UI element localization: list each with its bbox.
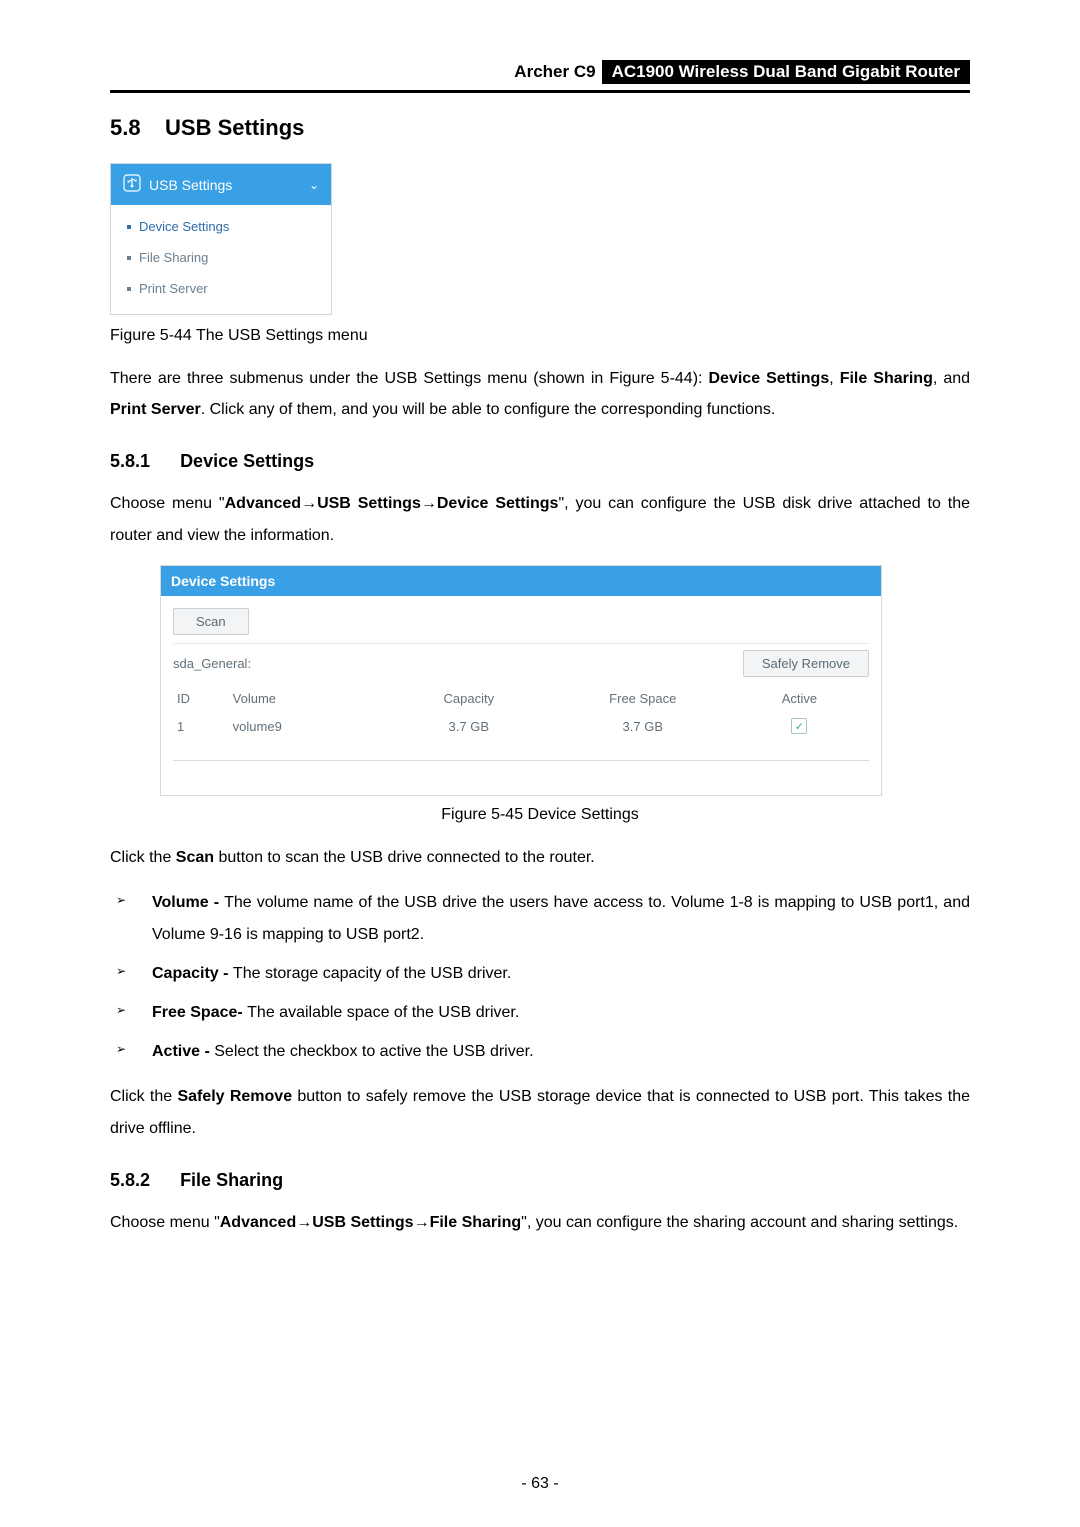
menu-item-print-server[interactable]: Print Server	[111, 273, 331, 304]
page-number: - 63 -	[0, 1475, 1080, 1493]
text: ", you can configure the sharing account…	[521, 1214, 958, 1231]
text: . Click any of them, and you will be abl…	[201, 401, 776, 418]
list-item-label: Active -	[152, 1043, 214, 1060]
usb-settings-menu-label: USB Settings	[149, 177, 232, 193]
col-free-space: Free Space	[556, 685, 730, 712]
scan-description: Click the Scan button to scan the USB dr…	[110, 842, 970, 873]
panel-title: Device Settings	[161, 566, 881, 596]
list-item-volume: Volume - The volume name of the USB driv…	[110, 887, 970, 949]
device-label: sda_General:	[173, 656, 251, 671]
text-bold: USB Settings	[312, 1214, 413, 1231]
subsection-number: 5.8.1	[110, 451, 150, 471]
text: Choose menu "	[110, 1214, 220, 1231]
text: There are three submenus under the USB S…	[110, 370, 709, 387]
text-bold: USB Settings	[317, 495, 421, 512]
scan-button[interactable]: Scan	[173, 608, 249, 635]
text: Click the	[110, 849, 176, 866]
cell-volume: volume9	[229, 712, 382, 741]
list-item-free-space: Free Space- The available space of the U…	[110, 997, 970, 1028]
list-item-label: Volume -	[152, 894, 224, 911]
subsection-5-8-2-heading: 5.8.2 File Sharing	[110, 1170, 970, 1191]
list-item-label: Free Space-	[152, 1004, 247, 1021]
list-item-text: The volume name of the USB drive the use…	[152, 894, 970, 942]
list-item-text: Select the checkbox to active the USB dr…	[214, 1043, 533, 1060]
text: button to scan the USB drive connected t…	[214, 849, 595, 866]
list-item-text: The available space of the USB driver.	[247, 1004, 519, 1021]
text: ,	[829, 370, 839, 387]
section-title-text: USB Settings	[165, 115, 304, 140]
menu-item-file-sharing[interactable]: File Sharing	[111, 242, 331, 273]
safely-remove-button[interactable]: Safely Remove	[743, 650, 869, 677]
sub1-paragraph: Choose menu "Advanced→USB Settings→Devic…	[110, 488, 970, 550]
list-item-text: The storage capacity of the USB driver.	[233, 965, 511, 982]
device-table: ID Volume Capacity Free Space Active 1 v…	[173, 685, 869, 741]
text-bold: Advanced	[220, 1214, 296, 1231]
usb-settings-menu: USB Settings ⌄ Device Settings File Shar…	[110, 163, 332, 315]
cell-id: 1	[173, 712, 229, 741]
subsection-number: 5.8.2	[110, 1170, 150, 1190]
cell-capacity: 3.7 GB	[382, 712, 556, 741]
feature-list: Volume - The volume name of the USB driv…	[110, 887, 970, 1067]
text-bold: File Sharing	[840, 370, 933, 387]
active-checkbox[interactable]: ✓	[791, 718, 807, 734]
safely-remove-description: Click the Safely Remove button to safely…	[110, 1081, 970, 1143]
arrow-icon: →	[301, 495, 317, 512]
col-volume: Volume	[229, 685, 382, 712]
col-active: Active	[730, 685, 869, 712]
text: Click the	[110, 1088, 177, 1105]
figure-5-44-caption: Figure 5-44 The USB Settings menu	[110, 327, 970, 345]
text-bold: Print Server	[110, 401, 201, 418]
cell-active: ✓	[730, 712, 869, 741]
chevron-down-icon: ⌄	[309, 178, 319, 192]
col-id: ID	[173, 685, 229, 712]
list-item-label: Capacity -	[152, 965, 233, 982]
section-number: 5.8	[110, 115, 141, 140]
table-row: 1 volume9 3.7 GB 3.7 GB ✓	[173, 712, 869, 741]
figure-5-45-caption: Figure 5-45 Device Settings	[110, 806, 970, 824]
usb-icon	[123, 174, 141, 195]
text: Choose menu "	[110, 495, 225, 512]
section-heading: 5.8 USB Settings	[110, 115, 970, 141]
arrow-icon: →	[296, 1214, 312, 1231]
product-label: AC1900 Wireless Dual Band Gigabit Router	[602, 60, 970, 84]
text-bold: File Sharing	[430, 1214, 522, 1231]
device-settings-panel: Device Settings Scan sda_General: Safely…	[160, 565, 882, 797]
arrow-icon: →	[414, 1214, 430, 1231]
list-item-active: Active - Select the checkbox to active t…	[110, 1036, 970, 1067]
intro-paragraph: There are three submenus under the USB S…	[110, 363, 970, 425]
arrow-icon: →	[421, 495, 437, 512]
subsection-5-8-1-heading: 5.8.1 Device Settings	[110, 451, 970, 472]
text-bold: Safely Remove	[177, 1088, 292, 1105]
text-bold: Device Settings	[709, 370, 830, 387]
cell-free: 3.7 GB	[556, 712, 730, 741]
text-bold: Advanced	[225, 495, 301, 512]
text: , and	[933, 370, 970, 387]
subsection-title-text: Device Settings	[180, 451, 314, 471]
sub2-paragraph: Choose menu "Advanced→USB Settings→File …	[110, 1207, 970, 1238]
col-capacity: Capacity	[382, 685, 556, 712]
text-bold: Device Settings	[437, 495, 559, 512]
doc-header: Archer C9AC1900 Wireless Dual Band Gigab…	[110, 60, 970, 90]
model-label: Archer C9	[508, 60, 601, 84]
list-item-capacity: Capacity - The storage capacity of the U…	[110, 958, 970, 989]
usb-settings-menu-header[interactable]: USB Settings ⌄	[111, 164, 331, 205]
menu-item-device-settings[interactable]: Device Settings	[111, 211, 331, 242]
text-bold: Scan	[176, 849, 214, 866]
subsection-title-text: File Sharing	[180, 1170, 283, 1190]
